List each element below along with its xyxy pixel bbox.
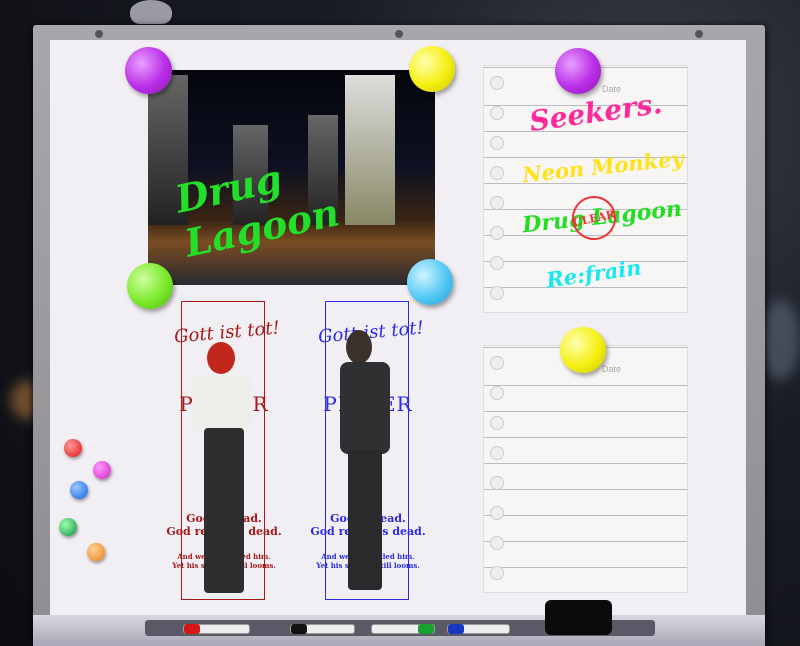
note-line-neon-monkey: Neon Monkey <box>521 145 685 188</box>
screw <box>395 30 403 38</box>
marker-green[interactable] <box>371 624 435 634</box>
marker-black[interactable] <box>290 624 355 634</box>
note-line-refrain: Re:frain <box>544 254 643 293</box>
note-seekers[interactable]: Date Seekers. Neon Monkey Drug Lagoon CL… <box>483 65 688 313</box>
clear-stamp: CLEAR <box>567 191 621 245</box>
magnet-pin-blue[interactable] <box>407 259 453 305</box>
cat-mascot <box>130 0 172 24</box>
screw <box>95 30 103 38</box>
photo-title: Drug Lagoon <box>171 155 343 266</box>
magnet-orange[interactable] <box>87 543 105 561</box>
eraser[interactable] <box>545 600 612 635</box>
magnet-pin-purple[interactable] <box>125 47 172 94</box>
date-label: Date <box>602 364 622 374</box>
magnet-red[interactable] <box>64 439 82 457</box>
magnet-green[interactable] <box>59 518 77 536</box>
magnet-pin-yellow[interactable] <box>409 46 455 92</box>
photo-drug-lagoon[interactable]: Drug Lagoon <box>148 70 435 285</box>
magnet-blue[interactable] <box>70 481 88 499</box>
note-line-seekers: Seekers. <box>527 86 664 139</box>
magnet-pin-purple[interactable] <box>555 48 601 94</box>
note-blank[interactable]: Date <box>483 345 688 593</box>
marker-blue[interactable] <box>447 624 510 634</box>
marker-red[interactable] <box>183 624 250 634</box>
magnet-magenta[interactable] <box>93 461 111 479</box>
magnet-pin-green[interactable] <box>127 263 173 309</box>
screw <box>695 30 703 38</box>
magnet-pin-yellow[interactable] <box>560 327 606 373</box>
